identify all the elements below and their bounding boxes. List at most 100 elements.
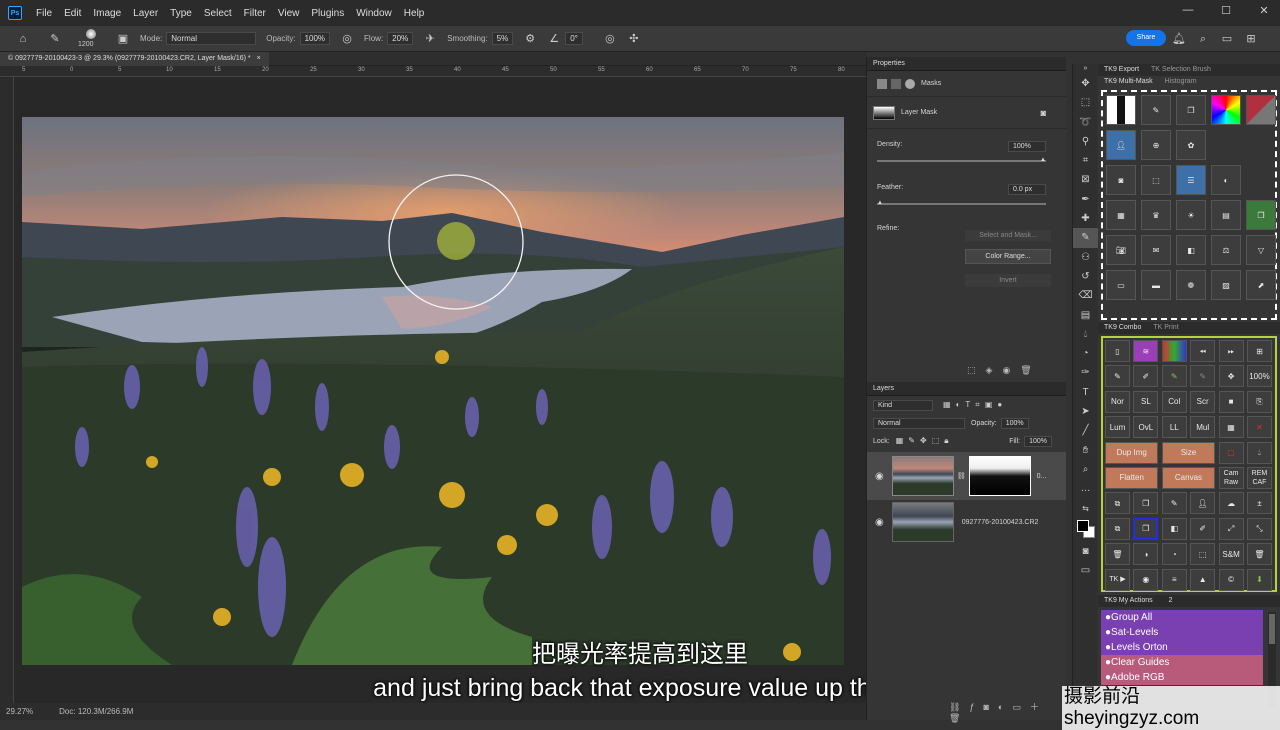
transform-icon[interactable]: ⬚: [1190, 543, 1216, 566]
tab-tk9-export[interactable]: TK9 Export: [1104, 64, 1139, 76]
mask-luminosity-icon[interactable]: [1106, 95, 1136, 125]
mask-color-icon[interactable]: [1211, 95, 1241, 125]
panels-icon[interactable]: ⊞: [1244, 32, 1258, 46]
collapse-icon[interactable]: »: [1073, 64, 1098, 74]
pixel-filter-icon[interactable]: ▦: [943, 400, 956, 409]
mask-balance-icon[interactable]: ⚖: [1211, 235, 1241, 265]
lock-transparent-icon[interactable]: ▦: [896, 436, 909, 445]
mask-photo-icon[interactable]: ▨: [1211, 270, 1241, 300]
move-tool-icon[interactable]: ✥: [1073, 74, 1098, 93]
layer-mask-thumbnail[interactable]: [968, 456, 1031, 496]
opacity-input[interactable]: 100%: [299, 32, 331, 45]
landscape-photo[interactable]: [22, 117, 844, 665]
new-layer-icon[interactable]: ＋: [1030, 702, 1048, 712]
wave-icon[interactable]: ≋: [1133, 340, 1159, 362]
menu-edit[interactable]: Edit: [58, 8, 87, 19]
share-button[interactable]: Share: [1126, 30, 1166, 46]
mask-half-icon[interactable]: ◧: [1176, 235, 1206, 265]
half-layer-icon[interactable]: ◧: [1161, 517, 1187, 540]
layer-row-base[interactable]: ◉ 0927776-20100423.CR2: [867, 500, 1066, 544]
invert-button[interactable]: Invert: [965, 274, 1051, 287]
red-square-icon[interactable]: ▢: [1218, 441, 1244, 464]
visibility-eye-icon[interactable]: ◉: [875, 517, 884, 528]
mask-grid-icon[interactable]: ▦: [1106, 200, 1136, 230]
apply-mask-icon[interactable]: ◙: [1041, 108, 1046, 118]
plus-minus-icon[interactable]: ±: [1246, 492, 1272, 515]
mask-film-icon[interactable]: ▤: [1211, 200, 1241, 230]
half-circle-icon[interactable]: ◑: [1133, 543, 1159, 566]
tab-close-icon[interactable]: ×: [257, 55, 261, 62]
combo-ovl-button[interactable]: OvL: [1133, 416, 1159, 439]
pressure-size-icon[interactable]: ◎: [603, 32, 617, 46]
action-levels-orton[interactable]: ●Levels Orton: [1101, 640, 1263, 655]
dup-img-button[interactable]: Dup Img: [1105, 441, 1159, 464]
load-selection-icon[interactable]: ⬚: [967, 365, 986, 375]
tab-histogram[interactable]: Histogram: [1165, 76, 1197, 88]
tab-tk9-combo[interactable]: TK9 Combo: [1104, 322, 1141, 334]
type-tool-icon[interactable]: T: [1073, 383, 1098, 402]
screen-mode-icon[interactable]: ▭: [1073, 561, 1098, 580]
tab-tk9-my-actions[interactable]: TK9 My Actions: [1104, 595, 1153, 607]
brush-settings-icon[interactable]: ▣: [116, 32, 130, 46]
shape-filter-icon[interactable]: ⌗: [975, 400, 985, 409]
layer-opacity-input[interactable]: 100%: [1000, 417, 1029, 429]
action-sat-levels[interactable]: ●Sat-Levels: [1101, 625, 1263, 640]
minimize-button[interactable]: —: [1178, 4, 1198, 20]
color-swatches[interactable]: [1073, 518, 1097, 542]
green-brush-icon[interactable]: ✎: [1161, 365, 1187, 388]
type-filter-icon[interactable]: T: [965, 400, 975, 409]
layer-row-mask[interactable]: ◉ ⛓ 0...: [867, 452, 1066, 500]
mask-list-icon[interactable]: ☰: [1176, 165, 1206, 195]
menu-select[interactable]: Select: [198, 8, 238, 19]
shrink-icon[interactable]: ⤡: [1246, 517, 1272, 540]
menu-file[interactable]: File: [30, 8, 58, 19]
mask-layers-icon[interactable]: ❐: [1246, 200, 1276, 230]
trash-icon[interactable]: 🗑︎: [1020, 365, 1041, 375]
person-icon[interactable]: 👤︎: [1190, 492, 1216, 515]
workspace-icon[interactable]: ▭: [1220, 32, 1234, 46]
mask-tablet-icon[interactable]: ◙: [1106, 165, 1136, 195]
trash-icon[interactable]: 🗑︎: [1105, 543, 1130, 566]
marquee-tool-icon[interactable]: ⬚: [1073, 93, 1098, 112]
white-brush-icon[interactable]: ✐: [1133, 365, 1159, 388]
swap-colors-icon[interactable]: ⇆: [1073, 499, 1098, 518]
document-tab[interactable]: © 0927779-20100423-3 @ 29.3% (0927779-20…: [0, 52, 269, 66]
mask-circles-icon[interactable]: ◐: [1211, 165, 1241, 195]
eyedropper-tool-icon[interactable]: ✒: [1073, 190, 1098, 209]
size-button[interactable]: Size: [1161, 441, 1216, 464]
pixel-mask-icon[interactable]: [877, 78, 887, 89]
path-select-tool-icon[interactable]: ➤: [1073, 402, 1098, 421]
new-doc-icon[interactable]: ▯: [1105, 340, 1130, 362]
tab-tk-selection-brush[interactable]: TK Selection Brush: [1151, 64, 1211, 76]
frame-tool-icon[interactable]: ⊠: [1073, 170, 1098, 189]
eye-icon[interactable]: ◉: [1133, 568, 1159, 591]
mask-target-icon[interactable]: ⊕: [1141, 130, 1171, 160]
fill-input[interactable]: 100%: [1024, 435, 1052, 447]
foreground-color-swatch[interactable]: [1077, 519, 1089, 532]
tab-tk-print[interactable]: TK Print: [1153, 322, 1178, 334]
mask-flower-icon[interactable]: ✿: [1176, 130, 1206, 160]
action-adobe-rgb[interactable]: ●Adobe RGB: [1101, 670, 1263, 685]
flow-input[interactable]: 20%: [387, 32, 414, 45]
menu-image[interactable]: Image: [87, 8, 127, 19]
eye-icon[interactable]: ◉: [1002, 365, 1020, 375]
rgb-icon[interactable]: [1161, 340, 1187, 362]
combo-col-button[interactable]: Col: [1161, 390, 1187, 413]
rem-caf-button[interactable]: REM CAF: [1246, 466, 1272, 489]
density-slider-handle[interactable]: ▲: [1040, 157, 1046, 163]
menu-type[interactable]: Type: [164, 8, 198, 19]
kind-filter-select[interactable]: Kind: [873, 399, 933, 411]
mask-triangle-icon[interactable]: ▽: [1246, 235, 1276, 265]
combo-ll-button[interactable]: LL: [1161, 416, 1187, 439]
feather-input[interactable]: 0.0 px: [1008, 184, 1046, 195]
gray-brush-icon[interactable]: ✎: [1190, 365, 1216, 388]
lock-all-icon[interactable]: 🔒︎: [944, 436, 953, 445]
fx-icon[interactable]: ƒ: [969, 702, 983, 712]
gear-icon[interactable]: ⚙: [523, 32, 537, 46]
forward-icon[interactable]: ⏩︎: [1218, 340, 1244, 362]
action-clear-guides[interactable]: ●Clear Guides: [1101, 655, 1263, 670]
color-range-button[interactable]: Color Range...: [965, 249, 1051, 264]
mask-selection-brush-icon[interactable]: ⬚: [1141, 165, 1171, 195]
history-brush-icon[interactable]: ↺: [1073, 267, 1098, 286]
combo-mul-button[interactable]: Mul: [1190, 416, 1216, 439]
